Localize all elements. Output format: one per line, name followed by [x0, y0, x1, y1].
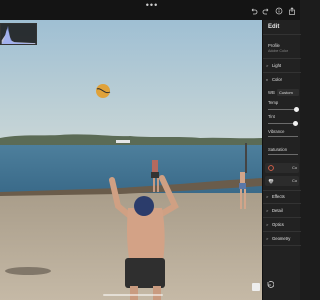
color-mixer-chip[interactable]: Co [265, 163, 299, 173]
panel-divider [263, 231, 301, 232]
image-scrubber[interactable] [103, 294, 163, 296]
panel-divider [263, 245, 301, 246]
reset-icon[interactable] [266, 280, 274, 288]
saturation-label: Saturation [268, 147, 288, 152]
panel-divider [263, 190, 301, 191]
profile-label: Profile [268, 43, 280, 48]
section-optics-label: Optics [272, 222, 284, 227]
color-grading-chip[interactable]: Co [265, 176, 299, 186]
section-effects[interactable]: > Effects [265, 193, 299, 201]
chevron-right-icon: > [266, 236, 269, 241]
section-geometry-label: Geometry [272, 236, 291, 241]
panel-divider [263, 203, 301, 204]
wb-select-value: Custom [279, 90, 293, 95]
section-geometry[interactable]: > Geometry [265, 235, 299, 243]
panel-divider [263, 217, 301, 218]
section-effects-label: Effects [272, 194, 285, 199]
histogram-overlay [0, 23, 37, 45]
photo-canvas[interactable] [0, 20, 262, 300]
section-detail-label: Detail [272, 208, 283, 213]
info-icon[interactable] [275, 7, 283, 15]
beach-volleyball-photo [0, 20, 262, 300]
color-mixer-icon [268, 165, 274, 171]
color-mixer-label: Co [292, 165, 298, 170]
share-icon[interactable] [288, 7, 296, 15]
wb-select[interactable]: Custom [277, 89, 299, 96]
undo-icon[interactable] [250, 7, 258, 15]
edit-panel: Edit Profile Adobe Color > Light v Color… [262, 20, 301, 300]
section-light-label: Light [272, 63, 282, 68]
chevron-right-icon: > [266, 208, 269, 213]
profile-value[interactable]: Adobe Color [268, 49, 288, 53]
section-light[interactable]: > Light [265, 62, 299, 70]
panel-divider [263, 72, 301, 73]
tint-label: Tint [268, 114, 275, 119]
top-toolbar: ••• [0, 0, 300, 20]
tint-slider-knob[interactable] [292, 121, 298, 126]
section-optics[interactable]: > Optics [265, 221, 299, 229]
temp-label: Temp [268, 100, 279, 105]
chevron-right-icon: > [266, 63, 269, 68]
more-options-icon[interactable]: ••• [145, 1, 159, 10]
redo-icon[interactable] [262, 7, 270, 15]
saturation-slider-track[interactable] [268, 154, 298, 155]
color-grading-icon [268, 179, 274, 184]
chevron-right-icon: > [266, 222, 269, 227]
chevron-right-icon: > [266, 194, 269, 199]
chevron-down-icon: v [266, 77, 268, 82]
panel-divider [263, 58, 301, 59]
section-detail[interactable]: > Detail [265, 207, 299, 215]
vibrance-slider-track[interactable] [268, 136, 298, 137]
panel-divider [263, 34, 301, 35]
section-color-label: Color [272, 77, 283, 82]
color-grading-label: Co [292, 178, 298, 183]
wb-label: WB [268, 90, 275, 95]
section-color[interactable]: v Color [265, 76, 299, 84]
panel-title: Edit [268, 24, 280, 30]
compare-button[interactable] [252, 283, 260, 291]
temp-slider-knob[interactable] [294, 107, 299, 112]
vibrance-label: Vibrance [268, 129, 285, 134]
